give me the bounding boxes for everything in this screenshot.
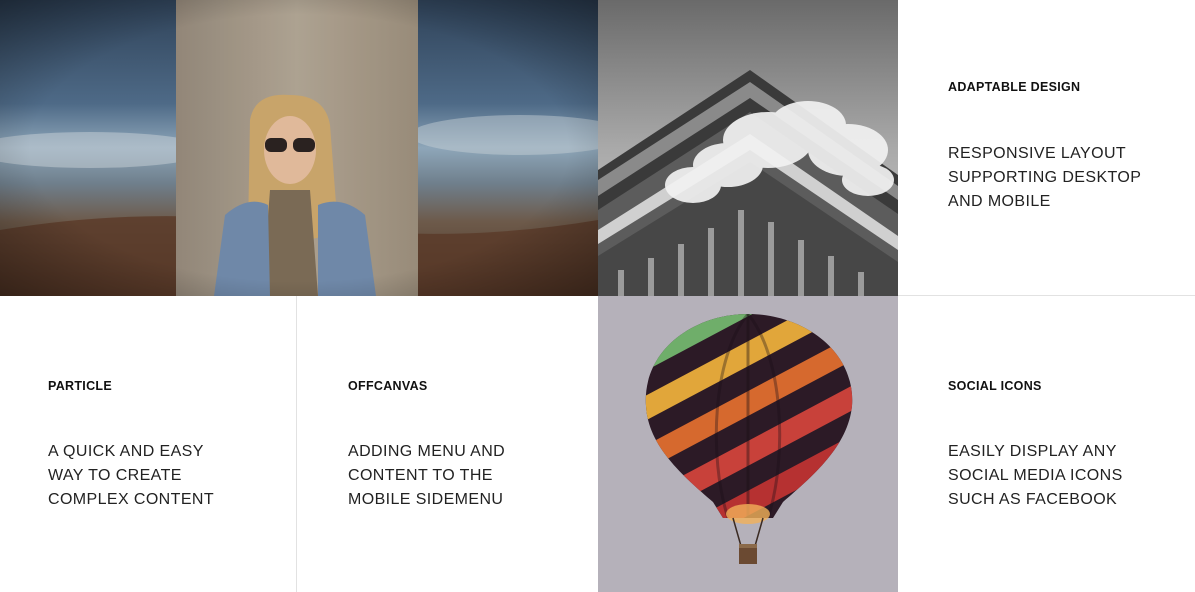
feature-grid: ADAPTABLE DESIGN RESPONSIVE LAYOUT SUPPO… — [0, 0, 1195, 592]
feature-description: ADDING MENU AND CONTENT TO THE MOBILE SI… — [348, 443, 506, 508]
feature-title: OFFCANVAS — [348, 379, 428, 393]
woman-portrait-image — [0, 0, 598, 296]
feature-description: RESPONSIVE LAYOUT SUPPORTING DESKTOP AND… — [948, 145, 1142, 210]
feature-title: ADAPTABLE DESIGN — [948, 80, 1081, 94]
feature-description: EASILY DISPLAY ANY SOCIAL MEDIA ICONS SU… — [948, 443, 1123, 508]
feature-card-adaptable-design: ADAPTABLE DESIGN RESPONSIVE LAYOUT SUPPO… — [898, 0, 1195, 296]
balloon-photo — [598, 296, 898, 592]
feature-title: SOCIAL ICONS — [948, 379, 1042, 393]
hot-air-balloon-image — [598, 296, 898, 592]
feature-card-particle: PARTICLE A QUICK AND EASY WAY TO CREATE … — [0, 296, 297, 592]
feature-description: A QUICK AND EASY WAY TO CREATE COMPLEX C… — [48, 443, 215, 508]
building-image — [598, 0, 898, 296]
feature-card-social-icons: SOCIAL ICONS EASILY DISPLAY ANY SOCIAL M… — [898, 296, 1195, 592]
portrait-photo — [0, 0, 598, 296]
feature-title: PARTICLE — [48, 379, 112, 393]
feature-card-offcanvas: OFFCANVAS ADDING MENU AND CONTENT TO THE… — [297, 296, 598, 592]
building-photo — [598, 0, 898, 296]
